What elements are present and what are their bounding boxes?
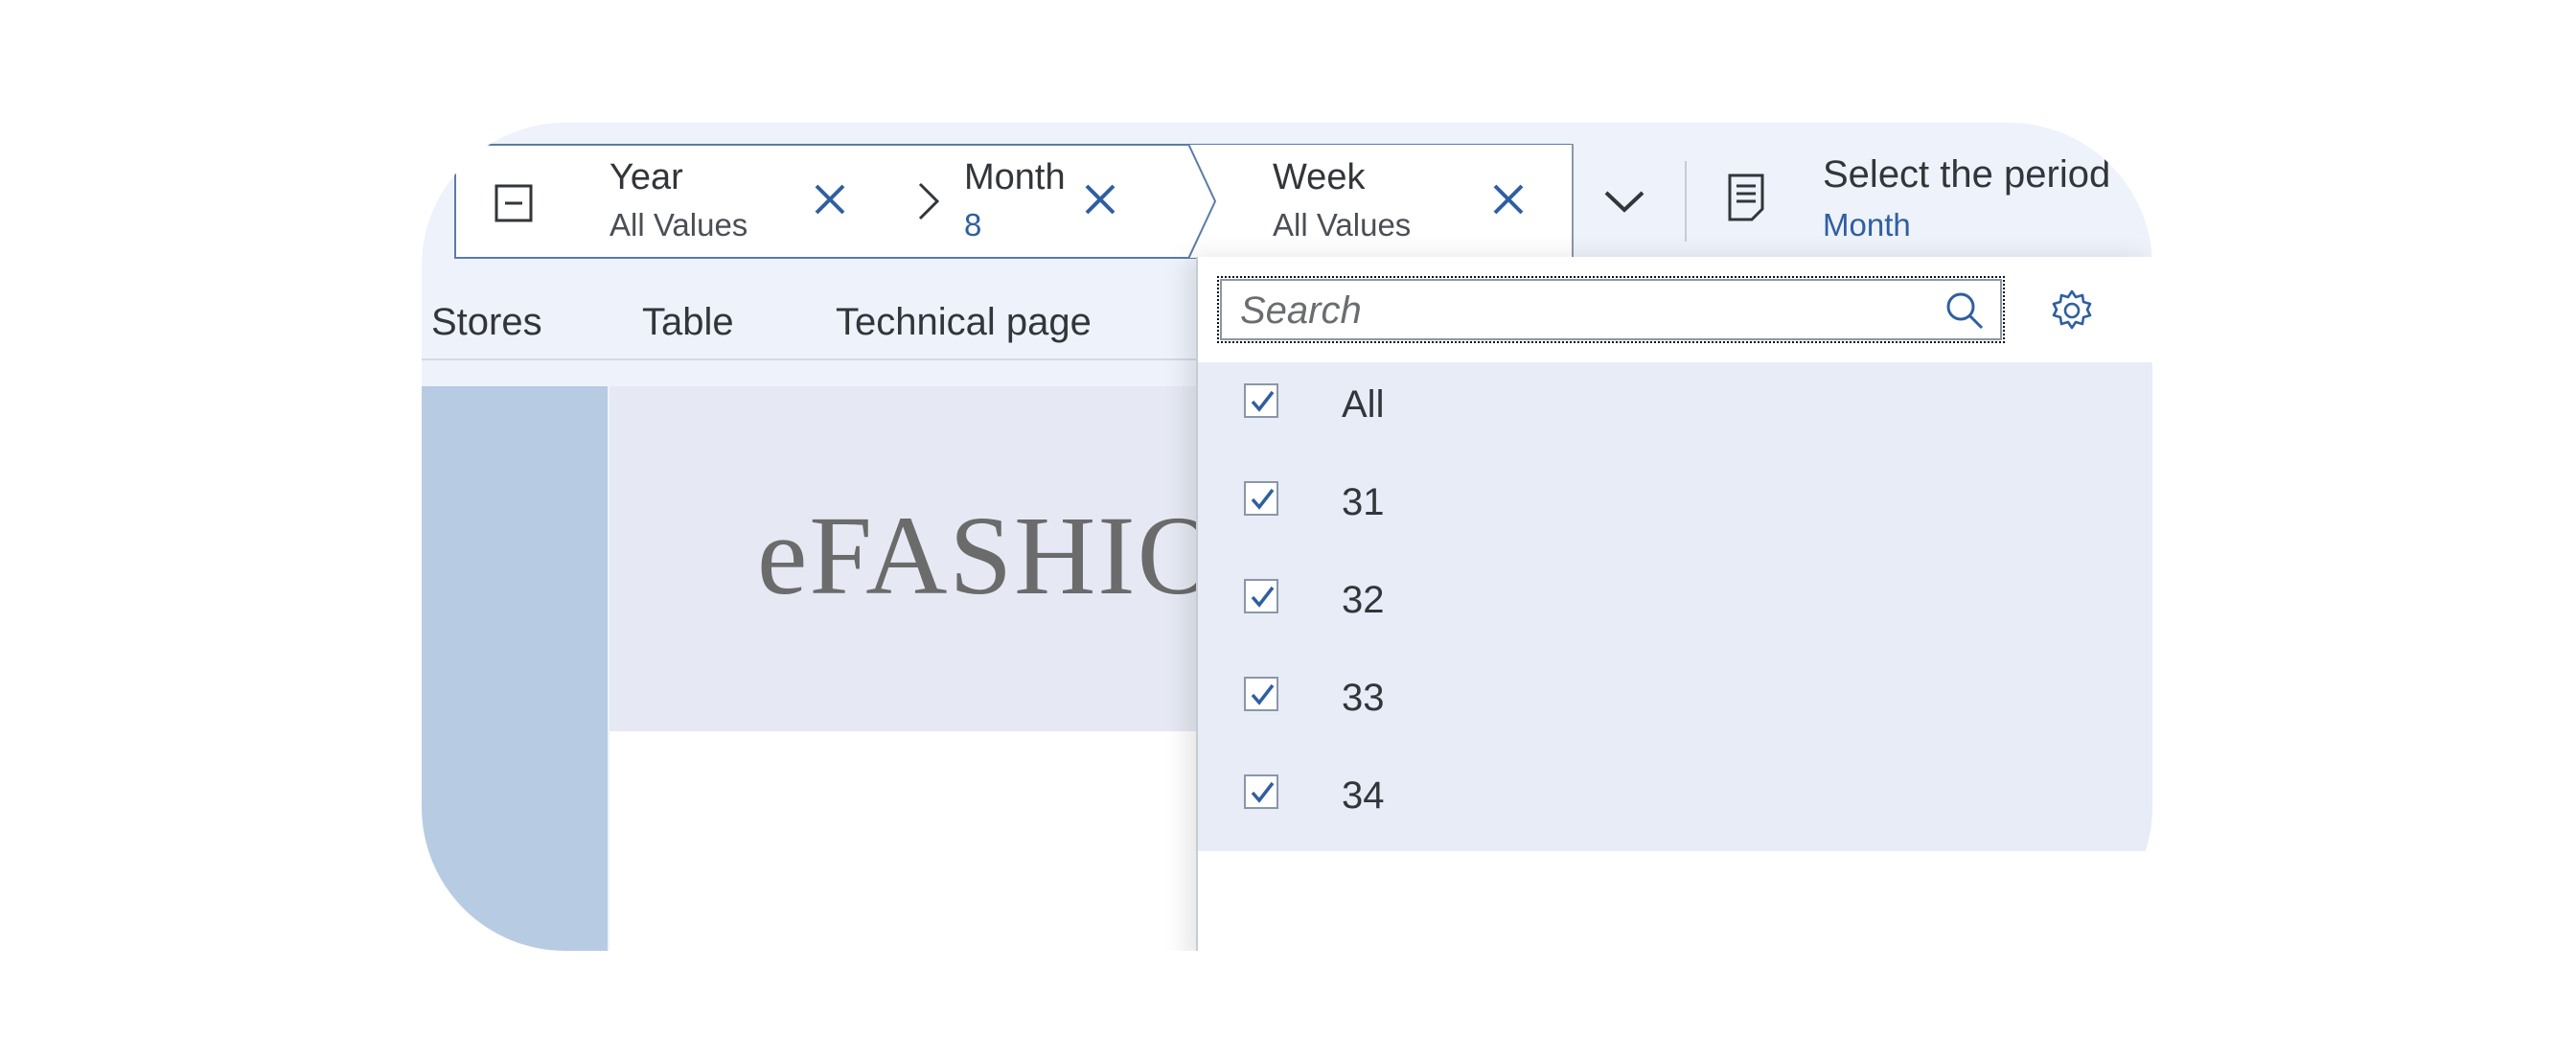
- screenshot-frame: eFASHION Stores Table Technical page Yea…: [422, 123, 2152, 951]
- list-item-label: 32: [1342, 579, 1385, 621]
- year-filter-value: All Values: [610, 207, 748, 242]
- document-icon[interactable]: [1727, 173, 1765, 227]
- checkbox[interactable]: [1244, 677, 1278, 711]
- dropdown-toggle-button[interactable]: [1572, 144, 1673, 259]
- list-item-label: All: [1342, 383, 1385, 426]
- search-field[interactable]: [1217, 276, 2005, 343]
- side-panel: [422, 386, 608, 951]
- month-filter-value: 8: [964, 207, 982, 242]
- checkbox[interactable]: [1244, 383, 1278, 418]
- year-remove-icon[interactable]: [813, 182, 847, 221]
- tab-technical-page[interactable]: Technical page: [836, 301, 1092, 344]
- list-item-31[interactable]: 31: [1198, 452, 2152, 548]
- list-item-34[interactable]: 34: [1198, 746, 2152, 842]
- period-selector-title[interactable]: Select the period: [1823, 155, 2110, 194]
- week-remove-icon[interactable]: [1491, 182, 1526, 221]
- list-item-label: 33: [1342, 677, 1385, 719]
- period-selector-value[interactable]: Month: [1823, 209, 1911, 241]
- tab-table[interactable]: Table: [642, 301, 734, 344]
- list-item-label: 34: [1342, 774, 1385, 817]
- week-filter-value: All Values: [1273, 207, 1412, 242]
- month-filter-title: Month: [964, 157, 1066, 197]
- filter-breadcrumb-bar: Year All Values Month 8 Week All Values: [454, 144, 1673, 259]
- list-item-32[interactable]: 32: [1198, 550, 2152, 646]
- list-item-label: 31: [1342, 481, 1385, 523]
- filter-divider: [1685, 161, 1687, 242]
- checkbox[interactable]: [1244, 481, 1278, 516]
- list-item-33[interactable]: 33: [1198, 648, 2152, 744]
- checkbox[interactable]: [1244, 774, 1278, 809]
- checkbox[interactable]: [1244, 579, 1278, 613]
- month-remove-icon[interactable]: [1083, 182, 1117, 221]
- tab-stores[interactable]: Stores: [431, 301, 542, 344]
- list-item-all[interactable]: All: [1198, 355, 2152, 450]
- search-icon[interactable]: [1944, 289, 1986, 336]
- settings-gear-icon[interactable]: [2049, 288, 2095, 338]
- week-values-dropdown: All 31 32 33 34: [1196, 257, 2152, 951]
- search-input[interactable]: [1238, 286, 1913, 335]
- chevron-right-icon: [914, 180, 943, 227]
- year-filter-title: Year: [610, 157, 683, 197]
- collapse-icon[interactable]: [494, 184, 533, 222]
- week-filter-title: Week: [1273, 157, 1366, 197]
